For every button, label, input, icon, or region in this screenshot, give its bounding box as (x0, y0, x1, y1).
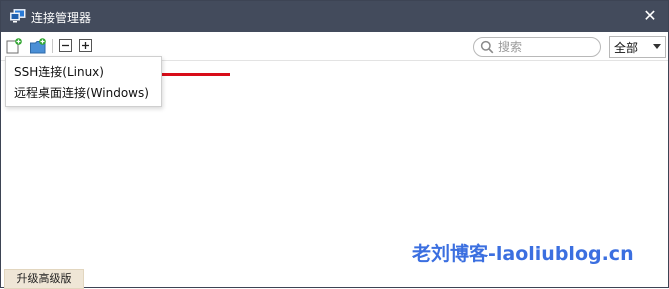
collapse-all-icon[interactable] (58, 38, 74, 54)
close-icon[interactable]: ✕ (640, 6, 660, 26)
search-box[interactable] (473, 37, 601, 57)
toolbar-separator (52, 39, 53, 53)
new-connection-icon[interactable] (6, 38, 22, 54)
connection-manager-icon (10, 9, 26, 23)
expand-all-icon[interactable] (78, 38, 94, 54)
filter-selected-value: 全部 (614, 41, 639, 55)
menu-item-rdp-windows[interactable]: 远程桌面连接(Windows) (14, 84, 149, 101)
upgrade-button[interactable]: 升级高级版 (4, 269, 84, 289)
filter-select[interactable]: 全部 (609, 36, 666, 58)
new-folder-icon[interactable] (30, 38, 46, 54)
search-icon (480, 40, 494, 54)
search-input[interactable] (498, 39, 593, 54)
watermark-text: 老刘博客-laoliublog.cn (412, 243, 634, 265)
menu-item-ssh-linux[interactable]: SSH连接(Linux) (14, 63, 104, 80)
window-title: 连接管理器 (31, 11, 92, 25)
chevron-down-icon (653, 44, 661, 49)
connection-manager-window: 连接管理器 ✕ 全部 (0, 0, 669, 289)
new-connection-menu: SSH连接(Linux) 远程桌面连接(Windows) (5, 56, 162, 107)
title-bar: 连接管理器 ✕ (1, 1, 668, 32)
